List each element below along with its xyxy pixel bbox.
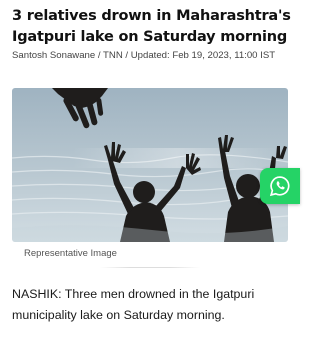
drowning-illustration [12,88,288,242]
article-image[interactable] [12,88,288,242]
article-byline: Santosh Sonawane / TNN / Updated: Feb 19… [12,50,276,61]
caption-divider [100,267,200,268]
whatsapp-icon [269,176,290,197]
article-body: NASHIK: Three men drowned in the Igatpur… [12,287,255,322]
image-caption: Representative Image [24,248,117,259]
whatsapp-share-button[interactable] [260,168,300,204]
article-headline: 3 relatives drown in Maharashtra's Igatp… [12,8,291,45]
